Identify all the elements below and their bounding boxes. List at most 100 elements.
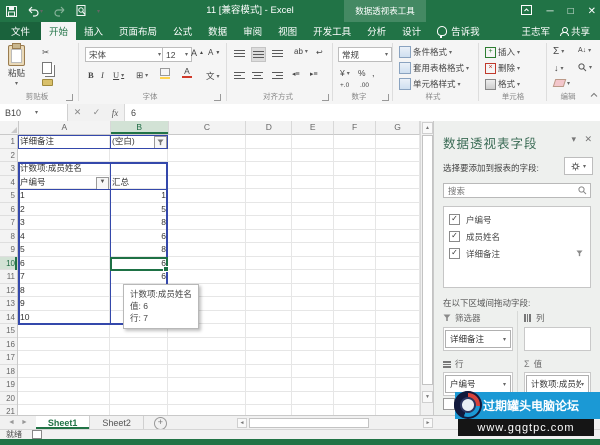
cell-E4[interactable]: [292, 176, 334, 190]
cell-A16[interactable]: [18, 338, 110, 352]
cell-G10[interactable]: [376, 257, 420, 271]
cell-G18[interactable]: [376, 365, 420, 379]
cell-A10[interactable]: 6: [18, 257, 110, 271]
cell-A20[interactable]: [18, 392, 110, 406]
cell-E10[interactable]: [292, 257, 334, 271]
cell-B1[interactable]: (空白): [110, 135, 168, 149]
cell-G19[interactable]: [376, 378, 420, 392]
comma-style-button[interactable]: ,: [372, 68, 375, 78]
row-header-21[interactable]: 21: [0, 405, 18, 415]
row-header-9[interactable]: 9: [0, 243, 18, 257]
cancel-entry-icon[interactable]: ✕: [74, 107, 82, 118]
cell-A5[interactable]: 1: [18, 189, 110, 203]
cell-D15[interactable]: [246, 324, 292, 338]
cell-D18[interactable]: [246, 365, 292, 379]
cell-G16[interactable]: [376, 338, 420, 352]
report-filter-icon[interactable]: [154, 136, 167, 149]
cell-B10[interactable]: 6: [110, 257, 168, 271]
cell-B9[interactable]: 8: [110, 243, 168, 257]
cell-F10[interactable]: [334, 257, 376, 271]
cell-C8[interactable]: [168, 230, 246, 244]
cell-A18[interactable]: [18, 365, 110, 379]
pane-options-icon[interactable]: ▾: [571, 134, 576, 145]
number-dialog-launcher[interactable]: [382, 94, 389, 101]
redo-icon[interactable]: [53, 6, 66, 17]
filters-field-pill[interactable]: 详细备注▾: [445, 330, 511, 348]
cell-B3[interactable]: [110, 162, 168, 176]
cell-E12[interactable]: [292, 284, 334, 298]
close-button[interactable]: ✕: [588, 6, 596, 17]
tools-button[interactable]: ▾: [564, 157, 593, 175]
cell-D14[interactable]: [246, 311, 292, 325]
cell-F7[interactable]: [334, 216, 376, 230]
confirm-entry-icon[interactable]: ✓: [93, 107, 101, 118]
save-icon[interactable]: [6, 6, 17, 17]
cell-G5[interactable]: [376, 189, 420, 203]
cell-E8[interactable]: [292, 230, 334, 244]
cell-G4[interactable]: [376, 176, 420, 190]
insert-function-icon[interactable]: fx: [112, 108, 119, 118]
cell-D12[interactable]: [246, 284, 292, 298]
cell-E7[interactable]: [292, 216, 334, 230]
cell-C3[interactable]: [168, 162, 246, 176]
column-header-G[interactable]: G: [376, 121, 420, 135]
clear-button[interactable]: ▾: [554, 79, 570, 87]
format-as-table-button[interactable]: 套用表格格式▾: [399, 62, 469, 74]
user-name[interactable]: 王志军: [521, 24, 550, 38]
cell-C18[interactable]: [168, 365, 246, 379]
scroll-right-icon[interactable]: ►: [423, 418, 433, 428]
cell-F16[interactable]: [334, 338, 376, 352]
row-header-15[interactable]: 15: [0, 324, 18, 338]
cell-G9[interactable]: [376, 243, 420, 257]
underline-button[interactable]: U ▾: [113, 70, 124, 80]
row-header-12[interactable]: 12: [0, 284, 18, 298]
cell-C10[interactable]: [168, 257, 246, 271]
row-header-6[interactable]: 6: [0, 203, 18, 217]
cell-C17[interactable]: [168, 351, 246, 365]
cell-F5[interactable]: [334, 189, 376, 203]
cell-F20[interactable]: [334, 392, 376, 406]
cell-A1[interactable]: 详细备注: [18, 135, 110, 149]
cell-E2[interactable]: [292, 149, 334, 163]
cell-A8[interactable]: 4: [18, 230, 110, 244]
cell-F8[interactable]: [334, 230, 376, 244]
undo-icon[interactable]: ▾: [27, 6, 43, 17]
align-center-button[interactable]: [252, 70, 263, 81]
cell-D4[interactable]: [246, 176, 292, 190]
cell-G8[interactable]: [376, 230, 420, 244]
horizontal-scroll-thumb[interactable]: [249, 418, 369, 428]
maximize-button[interactable]: □: [568, 6, 574, 17]
cell-D13[interactable]: [246, 297, 292, 311]
collapse-ribbon-button[interactable]: [590, 92, 598, 98]
field-row-xiangxi[interactable]: ✓ 详细备注: [449, 245, 585, 262]
qat-customize-icon[interactable]: ▾: [97, 8, 100, 15]
search-input[interactable]: [444, 186, 578, 196]
cell-E21[interactable]: [292, 405, 334, 415]
cell-D8[interactable]: [246, 230, 292, 244]
row-header-7[interactable]: 7: [0, 216, 18, 230]
field-search-box[interactable]: [443, 183, 591, 198]
cell-F4[interactable]: [334, 176, 376, 190]
cell-C5[interactable]: [168, 189, 246, 203]
pane-close-icon[interactable]: ✕: [584, 134, 592, 145]
cell-B4[interactable]: 汇总: [110, 176, 168, 190]
cell-G20[interactable]: [376, 392, 420, 406]
sheet-next-icon[interactable]: ►: [21, 419, 28, 426]
increase-indent-button[interactable]: ▸≡: [310, 70, 318, 78]
conditional-formatting-button[interactable]: 条件格式▾: [399, 46, 452, 58]
cell-A14[interactable]: 10: [18, 311, 110, 325]
cell-E1[interactable]: [292, 135, 334, 149]
cell-G7[interactable]: [376, 216, 420, 230]
cell-G14[interactable]: [376, 311, 420, 325]
cell-D6[interactable]: [246, 203, 292, 217]
increase-decimal-button[interactable]: +.0: [340, 82, 349, 89]
macro-record-icon[interactable]: [32, 430, 42, 439]
cell-E14[interactable]: [292, 311, 334, 325]
column-header-B[interactable]: B: [111, 121, 169, 135]
font-size-combo[interactable]: 12▾: [162, 47, 192, 62]
cell-C16[interactable]: [168, 338, 246, 352]
row-header-18[interactable]: 18: [0, 365, 18, 379]
columns-area-box[interactable]: [524, 327, 591, 351]
paste-button[interactable]: 粘贴 ▾: [8, 45, 25, 87]
cell-G21[interactable]: [376, 405, 420, 415]
